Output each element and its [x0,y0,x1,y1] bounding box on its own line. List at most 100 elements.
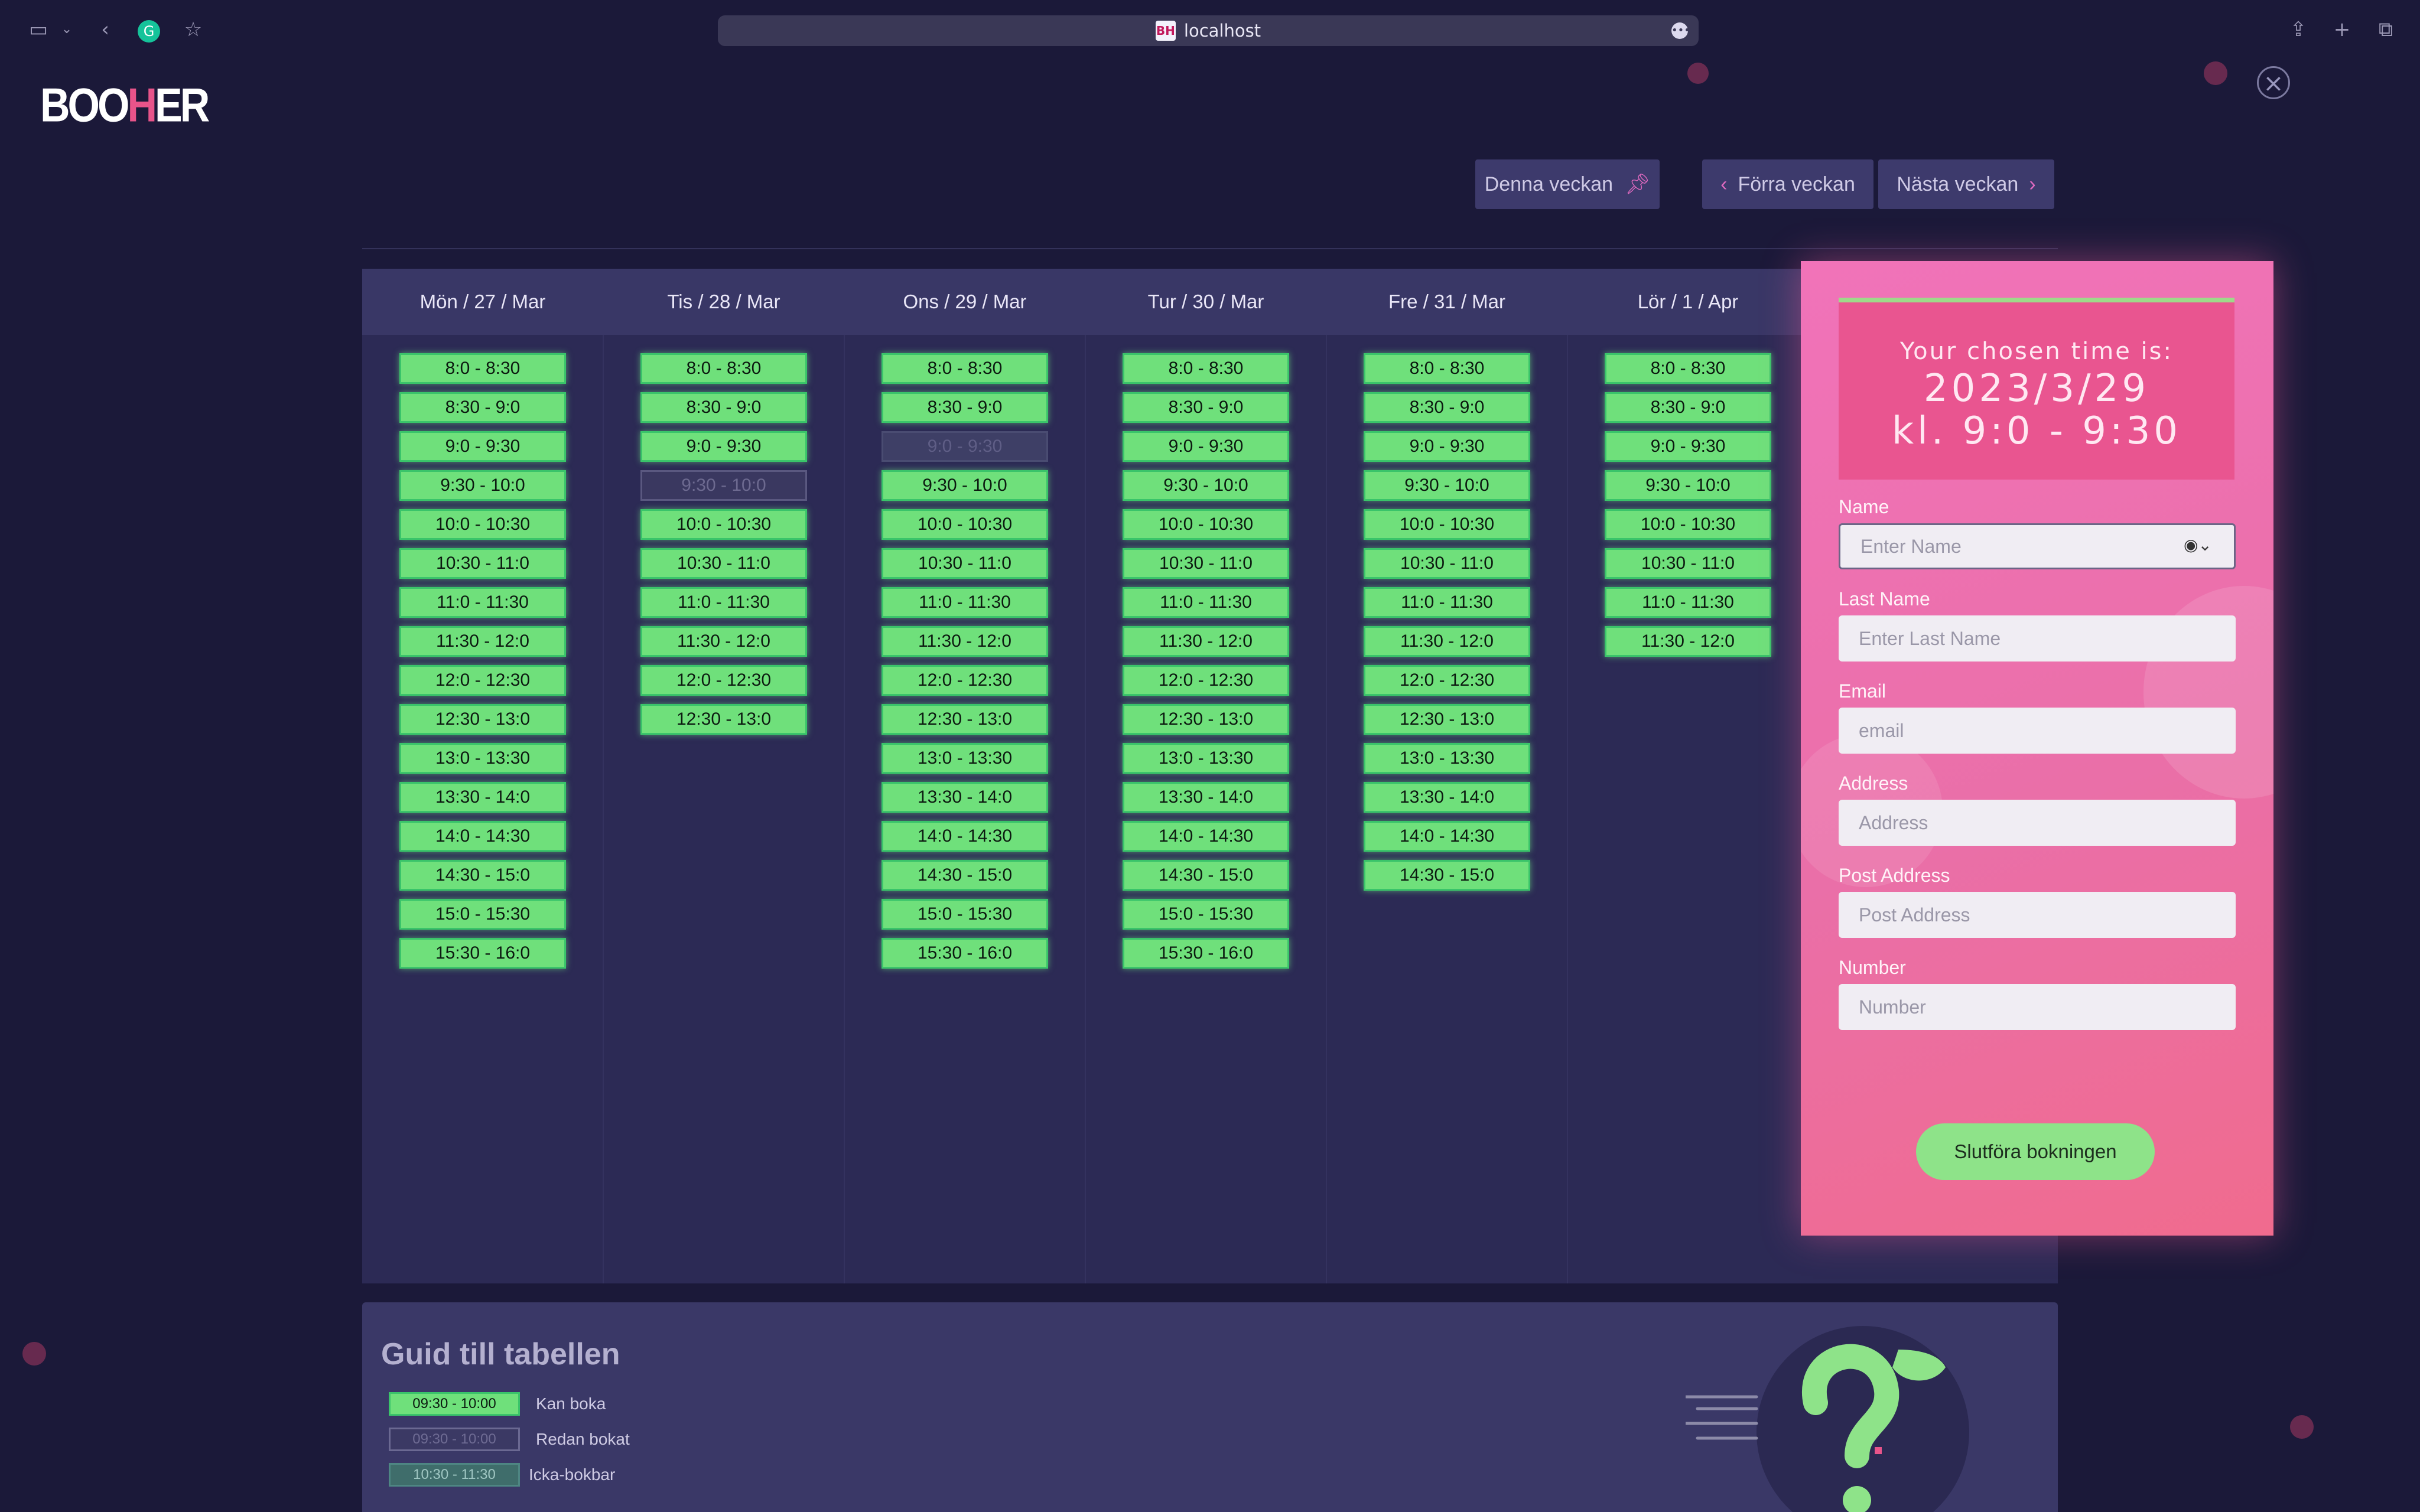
time-slot-button[interactable]: 13:30 - 14:0 [882,782,1048,813]
time-slot-button[interactable]: 8:0 - 8:30 [882,353,1048,384]
time-slot-button[interactable]: 15:30 - 16:0 [399,938,566,969]
time-slot-button[interactable]: 12:0 - 12:30 [882,665,1048,696]
last-name-input[interactable] [1839,615,2236,662]
post-address-input[interactable] [1839,892,2236,938]
time-slot-button[interactable]: 8:30 - 9:0 [640,392,807,423]
more-options-icon[interactable]: ••• [1671,22,1690,39]
time-slot-button[interactable]: 9:0 - 9:30 [1364,431,1530,462]
time-slot-button[interactable]: 8:30 - 9:0 [1605,392,1771,423]
time-slot-button[interactable]: 14:0 - 14:30 [1123,821,1289,852]
time-slot-button[interactable]: 10:0 - 10:30 [1123,509,1289,540]
time-slot-button[interactable]: 10:30 - 11:0 [1364,548,1530,579]
time-slot-button[interactable]: 13:30 - 14:0 [399,782,566,813]
time-slot-button[interactable]: 8:0 - 8:30 [1364,353,1530,384]
bookmark-star-icon[interactable]: ☆ [180,17,206,43]
time-slot-button[interactable]: 13:0 - 13:30 [882,743,1048,774]
time-slot-button[interactable]: 14:0 - 14:30 [882,821,1048,852]
time-slot-button[interactable]: 10:30 - 11:0 [399,548,566,579]
new-tab-icon[interactable]: + [2329,17,2355,43]
time-slot-button[interactable]: 8:0 - 8:30 [399,353,566,384]
time-slot-button[interactable]: 13:0 - 13:30 [399,743,566,774]
time-slot-button[interactable]: 9:0 - 9:30 [1123,431,1289,462]
time-slot-button[interactable]: 11:30 - 12:0 [399,626,566,657]
time-slot-button[interactable]: 11:0 - 11:30 [1123,587,1289,618]
number-input[interactable] [1839,984,2236,1030]
time-slot-button[interactable]: 10:30 - 11:0 [882,548,1048,579]
time-slot-button[interactable]: 12:30 - 13:0 [1123,704,1289,735]
time-slot-button[interactable]: 13:0 - 13:30 [1364,743,1530,774]
chevron-down-icon[interactable]: ⌄ [58,17,76,43]
time-slot-button[interactable]: 8:0 - 8:30 [640,353,807,384]
time-slot-button[interactable]: 13:0 - 13:30 [1123,743,1289,774]
time-slot-button[interactable]: 11:30 - 12:0 [882,626,1048,657]
time-slot-button[interactable]: 14:30 - 15:0 [1364,860,1530,891]
email-input[interactable] [1839,708,2236,754]
time-slot-button[interactable]: 12:0 - 12:30 [640,665,807,696]
time-slot-button[interactable]: 15:30 - 16:0 [882,938,1048,969]
time-slot-button[interactable]: 11:0 - 11:30 [882,587,1048,618]
time-slot-button[interactable]: 14:0 - 14:30 [399,821,566,852]
time-slot-button[interactable]: 10:30 - 11:0 [640,548,807,579]
time-slot-button[interactable]: 12:0 - 12:30 [1364,665,1530,696]
name-input[interactable] [1839,523,2236,569]
time-slot-button[interactable]: 8:30 - 9:0 [882,392,1048,423]
time-slot-button[interactable]: 11:0 - 11:30 [399,587,566,618]
time-slot-button[interactable]: 14:0 - 14:30 [1364,821,1530,852]
time-slot-button[interactable]: 8:30 - 9:0 [1364,392,1530,423]
time-slot-button[interactable]: 9:30 - 10:0 [1605,470,1771,501]
time-slot-button[interactable]: 8:0 - 8:30 [1123,353,1289,384]
time-slot-button[interactable]: 8:30 - 9:0 [1123,392,1289,423]
time-slot-button[interactable]: 11:30 - 12:0 [1605,626,1771,657]
time-slot-button[interactable]: 11:0 - 11:30 [1605,587,1771,618]
time-slot-button[interactable]: 11:0 - 11:30 [1364,587,1530,618]
time-slot-button[interactable]: 14:30 - 15:0 [882,860,1048,891]
address-bar[interactable]: BH localhost ••• [718,15,1699,46]
time-slot-button[interactable]: 11:0 - 11:30 [640,587,807,618]
submit-booking-button[interactable]: Slutföra bokningen [1916,1123,2155,1180]
time-slot-button[interactable]: 12:30 - 13:0 [882,704,1048,735]
time-slot-button[interactable]: 11:30 - 12:0 [640,626,807,657]
time-slot-button[interactable]: 14:30 - 15:0 [399,860,566,891]
time-slot-button[interactable]: 10:30 - 11:0 [1123,548,1289,579]
autofill-contact-icon[interactable]: ◉⌄ [2184,535,2262,555]
time-slot-button[interactable]: 12:30 - 13:0 [1364,704,1530,735]
time-slot-button[interactable]: 9:30 - 10:0 [882,470,1048,501]
time-slot-button[interactable]: 14:30 - 15:0 [1123,860,1289,891]
sidebar-toggle-icon[interactable]: ▭ [24,17,53,43]
time-slot-button[interactable]: 12:30 - 13:0 [399,704,566,735]
time-slot-button[interactable]: 8:0 - 8:30 [1605,353,1771,384]
time-slot-button[interactable]: 9:0 - 9:30 [399,431,566,462]
time-slot-button[interactable]: 12:30 - 13:0 [640,704,807,735]
time-slot-button[interactable]: 9:0 - 9:30 [640,431,807,462]
time-slot-button[interactable]: 10:0 - 10:30 [1605,509,1771,540]
this-week-button[interactable]: Denna veckan 📌︎ [1475,159,1660,209]
close-icon[interactable]: × [2257,66,2290,99]
time-slot-button[interactable]: 10:0 - 10:30 [640,509,807,540]
time-slot-button[interactable]: 11:30 - 12:0 [1364,626,1530,657]
share-icon[interactable]: ⇪ [2285,17,2311,43]
time-slot-button[interactable]: 15:0 - 15:30 [399,899,566,930]
tab-overview-icon[interactable]: ⧉ [2373,17,2399,43]
time-slot-button[interactable]: 13:30 - 14:0 [1123,782,1289,813]
back-icon[interactable]: ‹ [93,17,117,43]
time-slot-button[interactable]: 9:30 - 10:0 [1364,470,1530,501]
time-slot-button[interactable]: 15:0 - 15:30 [882,899,1048,930]
time-slot-button[interactable]: 12:0 - 12:30 [1123,665,1289,696]
time-slot-button[interactable]: 12:0 - 12:30 [399,665,566,696]
next-week-button[interactable]: Nästa veckan › [1878,159,2054,209]
time-slot-button[interactable]: 10:0 - 10:30 [882,509,1048,540]
time-slot-button[interactable]: 10:30 - 11:0 [1605,548,1771,579]
time-slot-button[interactable]: 10:0 - 10:30 [1364,509,1530,540]
time-slot-button[interactable]: 9:30 - 10:0 [399,470,566,501]
time-slot-button[interactable]: 13:30 - 14:0 [1364,782,1530,813]
time-slot-button[interactable]: 8:30 - 9:0 [399,392,566,423]
address-input[interactable] [1839,800,2236,846]
time-slot-button[interactable]: 9:30 - 10:0 [1123,470,1289,501]
time-slot-button[interactable]: 10:0 - 10:30 [399,509,566,540]
time-slot-button[interactable]: 15:0 - 15:30 [1123,899,1289,930]
time-slot-button[interactable]: 15:30 - 16:0 [1123,938,1289,969]
grammarly-icon[interactable]: G [136,17,162,43]
prev-week-button[interactable]: ‹ Förra veckan [1702,159,1873,209]
time-slot-button[interactable]: 9:0 - 9:30 [1605,431,1771,462]
booher-logo[interactable]: BOOHER [40,78,210,132]
